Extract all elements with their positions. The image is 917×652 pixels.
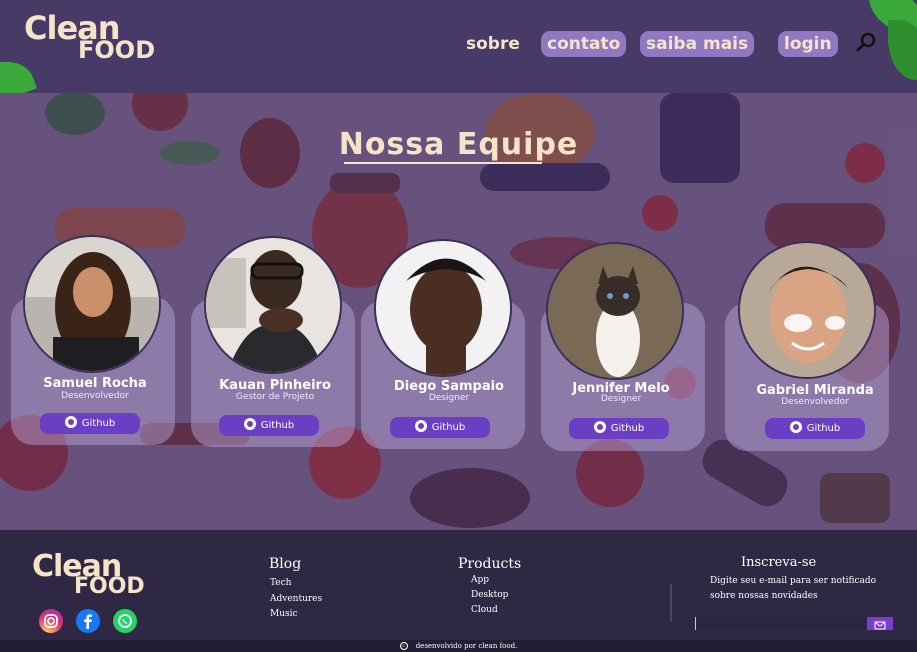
- avatar: [738, 241, 876, 379]
- avatar: [204, 236, 342, 374]
- github-label: Github: [431, 422, 466, 433]
- member-role: Designer: [428, 393, 470, 403]
- github-icon: [243, 418, 256, 430]
- whatsapp-icon[interactable]: [113, 609, 137, 633]
- avatar: [23, 235, 161, 373]
- github-icon: [593, 421, 606, 433]
- footer-logo[interactable]: Clean FOOD: [32, 552, 145, 598]
- avatar: [546, 242, 684, 380]
- github-icon: [789, 421, 802, 433]
- nav-contato[interactable]: contato: [541, 31, 627, 57]
- footer-products-title: Products: [458, 556, 522, 572]
- facebook-icon[interactable]: [76, 609, 100, 633]
- copyright-text: c desenvolvido por clean food.: [0, 640, 917, 652]
- footer-divider: [670, 584, 672, 622]
- mail-icon: [874, 621, 886, 630]
- copyright-icon: c: [399, 642, 408, 650]
- brand-line2: FOOD: [78, 36, 156, 64]
- nav-saiba-mais[interactable]: saiba mais: [640, 31, 755, 57]
- github-icon: [64, 416, 77, 428]
- footer-link-app[interactable]: App: [471, 575, 489, 585]
- search-icon[interactable]: [856, 32, 876, 52]
- member-role: Gestor de Projeto: [235, 392, 315, 402]
- leaf-decoration: [888, 20, 917, 80]
- footer-link-adventures[interactable]: Adventures: [270, 594, 322, 604]
- newsletter-text-line1: Digite seu e-mail para ser notificado: [710, 576, 877, 586]
- member-role: Desenvolvedor: [781, 397, 849, 407]
- member-name: Diego Sampaio: [394, 379, 504, 394]
- github-label: Github: [260, 420, 295, 431]
- instagram-icon[interactable]: [39, 609, 63, 633]
- footer-link-tech[interactable]: Tech: [270, 578, 291, 588]
- footer-blog-title: Blog: [269, 556, 302, 572]
- newsletter-title: Inscreva-se: [741, 555, 817, 570]
- copyright-label: desenvolvido por clean food.: [415, 642, 518, 650]
- github-button[interactable]: Github: [569, 418, 669, 439]
- nav-sobre[interactable]: sobre: [466, 31, 520, 57]
- member-name: Samuel Rocha: [43, 376, 147, 391]
- github-button[interactable]: Github: [219, 415, 319, 436]
- github-button[interactable]: Github: [765, 418, 865, 439]
- footer-link-cloud[interactable]: Cloud: [471, 605, 498, 615]
- brand-logo[interactable]: Clean FOOD: [24, 12, 155, 62]
- github-button[interactable]: Github: [40, 413, 140, 434]
- newsletter-email-input[interactable]: [695, 617, 867, 630]
- avatar: [374, 239, 512, 377]
- github-label: Github: [81, 418, 116, 429]
- newsletter-text-line2: sobre nossas novidades: [710, 591, 818, 601]
- github-icon: [414, 420, 427, 432]
- github-label: Github: [610, 423, 645, 434]
- footer-link-music[interactable]: Music: [270, 609, 298, 619]
- footer-brand-line2: FOOD: [74, 574, 145, 599]
- footer-link-desktop[interactable]: Desktop: [471, 590, 508, 600]
- member-role: Desenvolvedor: [61, 391, 129, 401]
- page-title: Nossa Equipe: [338, 127, 579, 162]
- member-name: Gabriel Miranda: [756, 383, 874, 398]
- github-label: Github: [806, 423, 841, 434]
- member-name: Kauan Pinheiro: [219, 378, 331, 393]
- newsletter-submit-button[interactable]: [867, 617, 893, 630]
- member-role: Designer: [600, 394, 642, 404]
- title-underline: [344, 162, 542, 164]
- nav-login[interactable]: login: [778, 31, 838, 57]
- github-button[interactable]: Github: [390, 417, 490, 438]
